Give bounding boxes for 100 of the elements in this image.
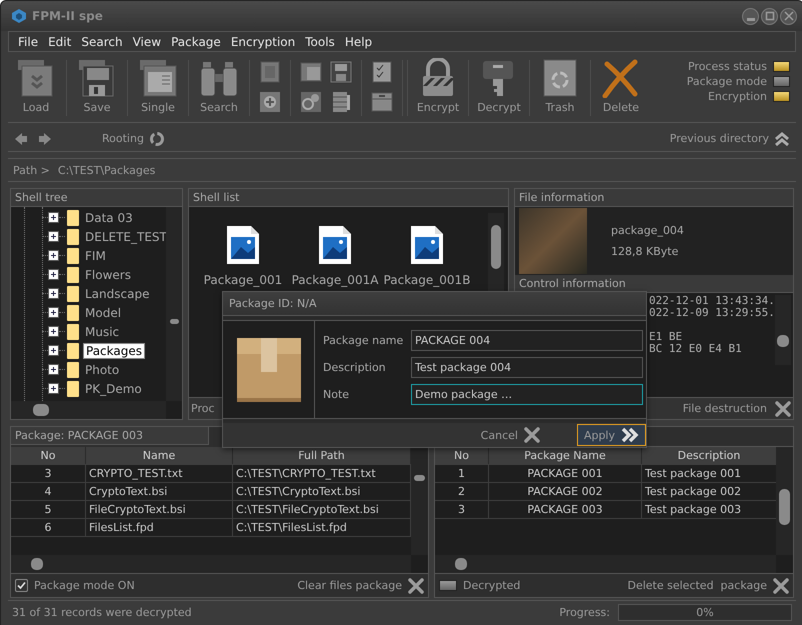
x-icon[interactable] [408,578,424,594]
menu-item[interactable]: Package [166,34,226,48]
menu-item[interactable]: Tools [300,34,340,48]
forward-arrow-icon[interactable] [38,132,52,146]
scrollbar[interactable] [11,555,411,573]
expand-toggle[interactable] [48,383,59,394]
panel-header: Shell tree [11,189,182,207]
column-header[interactable]: Description [642,447,777,464]
toolbar-button[interactable]: Load [8,54,64,122]
control-info-text: E1 BE BC 12 E0 E4 B1 [649,331,743,355]
x-icon[interactable] [773,578,789,594]
gears-icon[interactable] [299,90,323,114]
tree-item[interactable]: Landscape [83,286,152,300]
toolbar-button[interactable]: Delete [593,54,649,122]
close-button[interactable] [780,8,797,24]
add-icon[interactable] [258,90,282,114]
expand-toggle[interactable] [48,288,59,299]
table-cell: 3 [11,465,86,482]
status-text: Proc [191,402,214,415]
toolbar-button[interactable]: Search [191,54,247,122]
menu-item[interactable]: File [13,34,44,48]
toolbar-button[interactable]: Trash [532,54,588,122]
indicator-label: Encryption [708,90,767,103]
table-cell: 5 [11,501,86,518]
close-icon [782,9,796,23]
checklist-icon[interactable] [370,60,394,84]
folder-icon [67,304,79,320]
column-header[interactable]: Full Path [233,447,411,464]
expand-toggle[interactable] [48,326,59,337]
input-field[interactable]: PACKAGE 004 [411,330,643,351]
expand-toggle[interactable] [48,345,59,356]
cube-icon [11,8,27,24]
menu-item[interactable]: View [128,34,166,48]
scrollbar[interactable] [775,295,791,365]
menu-item[interactable]: Help [340,34,378,48]
table-cell: PACKAGE 002 [489,483,642,500]
expand-toggle[interactable] [48,231,59,242]
expand-toggle[interactable] [48,250,59,261]
tree-item[interactable]: DELETE_TEST [83,230,169,244]
scrollbar[interactable] [11,401,166,419]
tree-item[interactable]: Photo [83,362,122,376]
input-field[interactable]: Test package 004 [411,357,643,378]
toolbar-button[interactable]: Decrypt [471,54,527,122]
refresh-icon [148,130,165,146]
dialog-button[interactable]: Cancel [474,424,547,446]
scrollbar[interactable] [411,447,428,555]
column-header[interactable]: Package Name [489,447,642,464]
shell-list-item[interactable]: Package_001 [197,225,289,287]
input-field[interactable]: Demo package … [411,384,643,405]
field-label: Note [323,388,350,401]
field-label: Description [323,361,387,374]
menu-item[interactable]: Encryption [226,34,300,48]
toolbar-button[interactable]: Save [69,54,125,122]
expand-toggle[interactable] [48,364,59,375]
shell-list-item[interactable]: Package_001B [381,225,473,287]
folder-icon[interactable] [299,60,323,84]
drawer-icon[interactable] [370,90,394,114]
previous-directory-link[interactable]: Previous directory [670,130,790,146]
toolbar-button[interactable]: Single [130,54,186,122]
menu-item[interactable]: Search [76,34,128,48]
scrollbar[interactable] [166,207,182,401]
tree-item[interactable]: Music [83,324,122,338]
shell-list-item[interactable]: Package_001A [289,225,381,287]
maximize-button[interactable] [761,8,778,24]
floppy-icon[interactable] [329,60,353,84]
delete-package-button[interactable]: Delete selected package [627,579,767,592]
document-icon[interactable] [258,60,282,84]
minimize-button[interactable] [742,8,759,24]
column-header[interactable]: No [11,447,86,464]
menu-item[interactable]: Edit [43,34,76,48]
column-header[interactable]: Name [86,447,233,464]
dialog-title: Package ID: N/A [223,292,646,316]
folder-icon [67,342,79,358]
tree-item[interactable]: Flowers [83,268,133,282]
file-destruction-button[interactable]: File destruction [682,402,767,415]
back-arrow-icon[interactable] [14,132,28,146]
expand-toggle[interactable] [48,269,59,280]
table-cell: 6 [11,519,86,536]
column-header[interactable]: No [435,447,489,464]
panel-header: Shell list [189,189,508,207]
folder-icon [67,362,79,378]
scrollbar[interactable] [488,213,504,291]
panel-header: File information [515,189,793,207]
scrollbar[interactable] [776,447,793,555]
status-message: 31 of 31 records were decrypted [12,606,192,618]
clear-files-button[interactable]: Clear files package [297,579,402,592]
tree-item[interactable]: Model [83,306,124,320]
checkbox[interactable] [15,579,28,592]
tree-item[interactable]: Data 03 [83,210,135,224]
toolbar-button[interactable]: Encrypt [410,54,466,122]
tree-item[interactable]: FIM [83,248,108,262]
expand-toggle[interactable] [48,307,59,318]
tree-item[interactable]: PK_Demo [83,382,144,396]
x-icon[interactable] [775,400,791,416]
expand-toggle[interactable] [48,212,59,223]
tree-item[interactable]: Packages [83,342,145,358]
rooting-link[interactable]: Rooting [102,130,165,146]
dialog-button[interactable]: Apply [576,424,646,446]
window-title: FPM-II spe [32,9,104,23]
scrollbar[interactable] [435,555,776,573]
